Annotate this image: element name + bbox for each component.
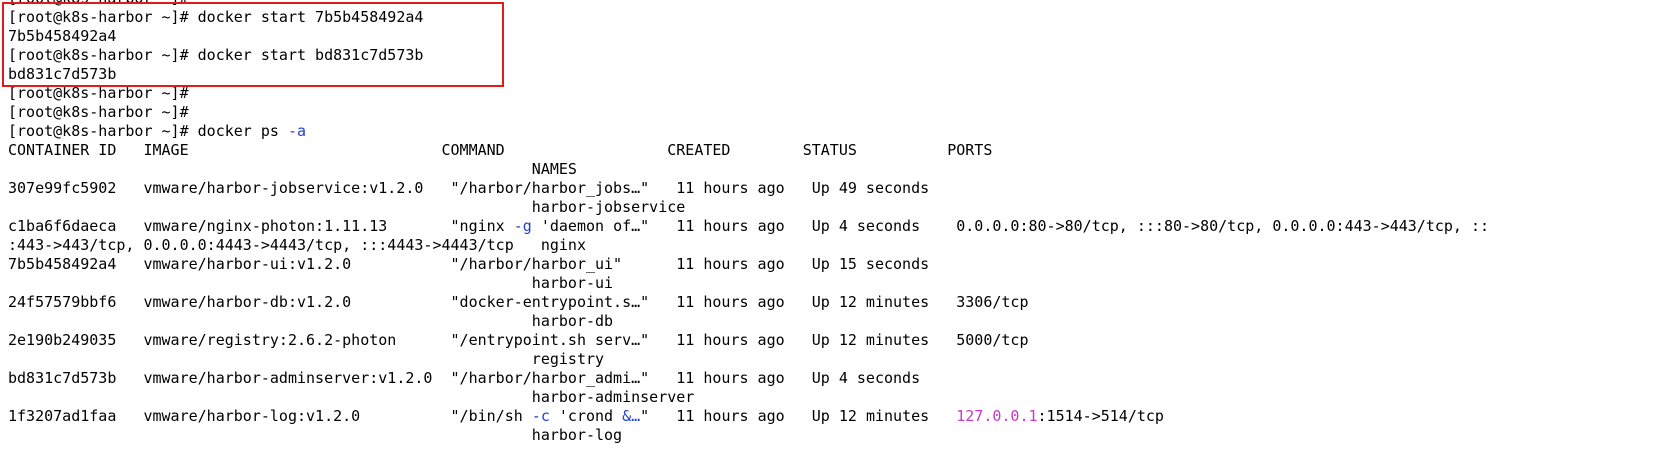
- line-text: bd831c7d573b: [8, 65, 117, 83]
- terminal-line: harbor-db: [8, 311, 613, 331]
- terminal-line: 1f3207ad1faa vmware/harbor-log:v1.2.0 "/…: [8, 406, 1164, 426]
- terminal-line: 2e190b249035 vmware/registry:2.6.2-photo…: [8, 330, 1028, 350]
- line-text: :1514->514/tcp: [1037, 407, 1164, 425]
- terminal-line: c1ba6f6daeca vmware/nginx-photon:1.11.13…: [8, 216, 1489, 236]
- line-text: 2e190b249035 vmware/registry:2.6.2-photo…: [8, 331, 1029, 349]
- line-text: bd831c7d573b vmware/harbor-adminserver:v…: [8, 369, 921, 387]
- line-text: CONTAINER ID IMAGE COMMAND CREATED STATU…: [8, 141, 993, 159]
- terminal-line: 24f57579bbf6 vmware/harbor-db:v1.2.0 "do…: [8, 292, 1028, 312]
- terminal-line: harbor-jobservice: [8, 197, 686, 217]
- line-text: " 11 hours ago Up 12 minutes: [640, 407, 957, 425]
- line-text: 307e99fc5902 vmware/harbor-jobservice:v1…: [8, 179, 930, 197]
- line-text: [root@k8s-harbor ~]# docker start 7b5b45…: [8, 8, 424, 26]
- line-text: [root@k8s-harbor ~]# docker start bd831c…: [8, 46, 424, 64]
- line-text: 'crond: [549, 407, 623, 425]
- line-text: NAMES: [8, 160, 577, 178]
- line-text: registry: [8, 350, 605, 368]
- ip-address: 127.0.0.1: [956, 407, 1038, 425]
- line-text: harbor-adminserver: [8, 388, 695, 406]
- terminal-line: [root@k8s-harbor ~]# docker start bd831c…: [8, 45, 423, 65]
- line-text: harbor-db: [8, 312, 614, 330]
- terminal-line: harbor-log: [8, 425, 622, 445]
- line-text: :443->443/tcp, 0.0.0.0:4443->4443/tcp, :…: [8, 236, 586, 254]
- command-flag: -a: [287, 122, 307, 140]
- line-text: harbor-jobservice: [8, 198, 686, 216]
- line-text: 1f3207ad1faa vmware/harbor-log:v1.2.0 "/…: [8, 407, 532, 425]
- terminal-line: [root@k8s-harbor ~]#: [8, 102, 189, 122]
- command-flag: &…: [622, 407, 641, 425]
- line-text: [root@k8s-harbor ~]# docker ps: [8, 122, 288, 140]
- terminal-line: CONTAINER ID IMAGE COMMAND CREATED STATU…: [8, 140, 992, 160]
- terminal-line: bd831c7d573b vmware/harbor-adminserver:v…: [8, 368, 920, 388]
- line-text: harbor-ui: [8, 274, 614, 292]
- line-text: c1ba6f6daeca vmware/nginx-photon:1.11.13…: [8, 217, 514, 235]
- line-text: harbor-log: [8, 426, 623, 444]
- line-text: [root@k8s-harbor ~]#: [8, 84, 189, 102]
- line-text: 7b5b458492a4 vmware/harbor-ui:v1.2.0 "/h…: [8, 255, 930, 273]
- terminal-line: [root@k8s-harbor ~]# docker ps -a: [8, 121, 306, 141]
- terminal-line: 7b5b458492a4 vmware/harbor-ui:v1.2.0 "/h…: [8, 254, 929, 274]
- terminal-line: NAMES: [8, 159, 577, 179]
- line-text: 7b5b458492a4: [8, 27, 117, 45]
- terminal-line: harbor-adminserver: [8, 387, 695, 407]
- line-text: 'daemon of…" 11 hours ago Up 4 seconds 0…: [531, 217, 1490, 235]
- line-text: [root@k8s-harbor ~]#: [8, 103, 189, 121]
- terminal-line: registry: [8, 349, 604, 369]
- terminal-window[interactable]: [root@k8s-harbor ~]#[root@k8s-harbor ~]#…: [0, 0, 1657, 451]
- terminal-line: 307e99fc5902 vmware/harbor-jobservice:v1…: [8, 178, 929, 198]
- terminal-line: harbor-ui: [8, 273, 613, 293]
- line-text: [root@k8s-harbor ~]#: [8, 0, 189, 7]
- terminal-line: :443->443/tcp, 0.0.0.0:4443->4443/tcp, :…: [8, 235, 586, 255]
- terminal-line: bd831c7d573b: [8, 64, 116, 84]
- terminal-line: [root@k8s-harbor ~]# docker start 7b5b45…: [8, 7, 423, 27]
- command-flag: -g: [513, 217, 532, 235]
- terminal-line: [root@k8s-harbor ~]#: [8, 83, 189, 103]
- terminal-line: 7b5b458492a4: [8, 26, 116, 46]
- command-flag: -c: [531, 407, 550, 425]
- line-text: 24f57579bbf6 vmware/harbor-db:v1.2.0 "do…: [8, 293, 1029, 311]
